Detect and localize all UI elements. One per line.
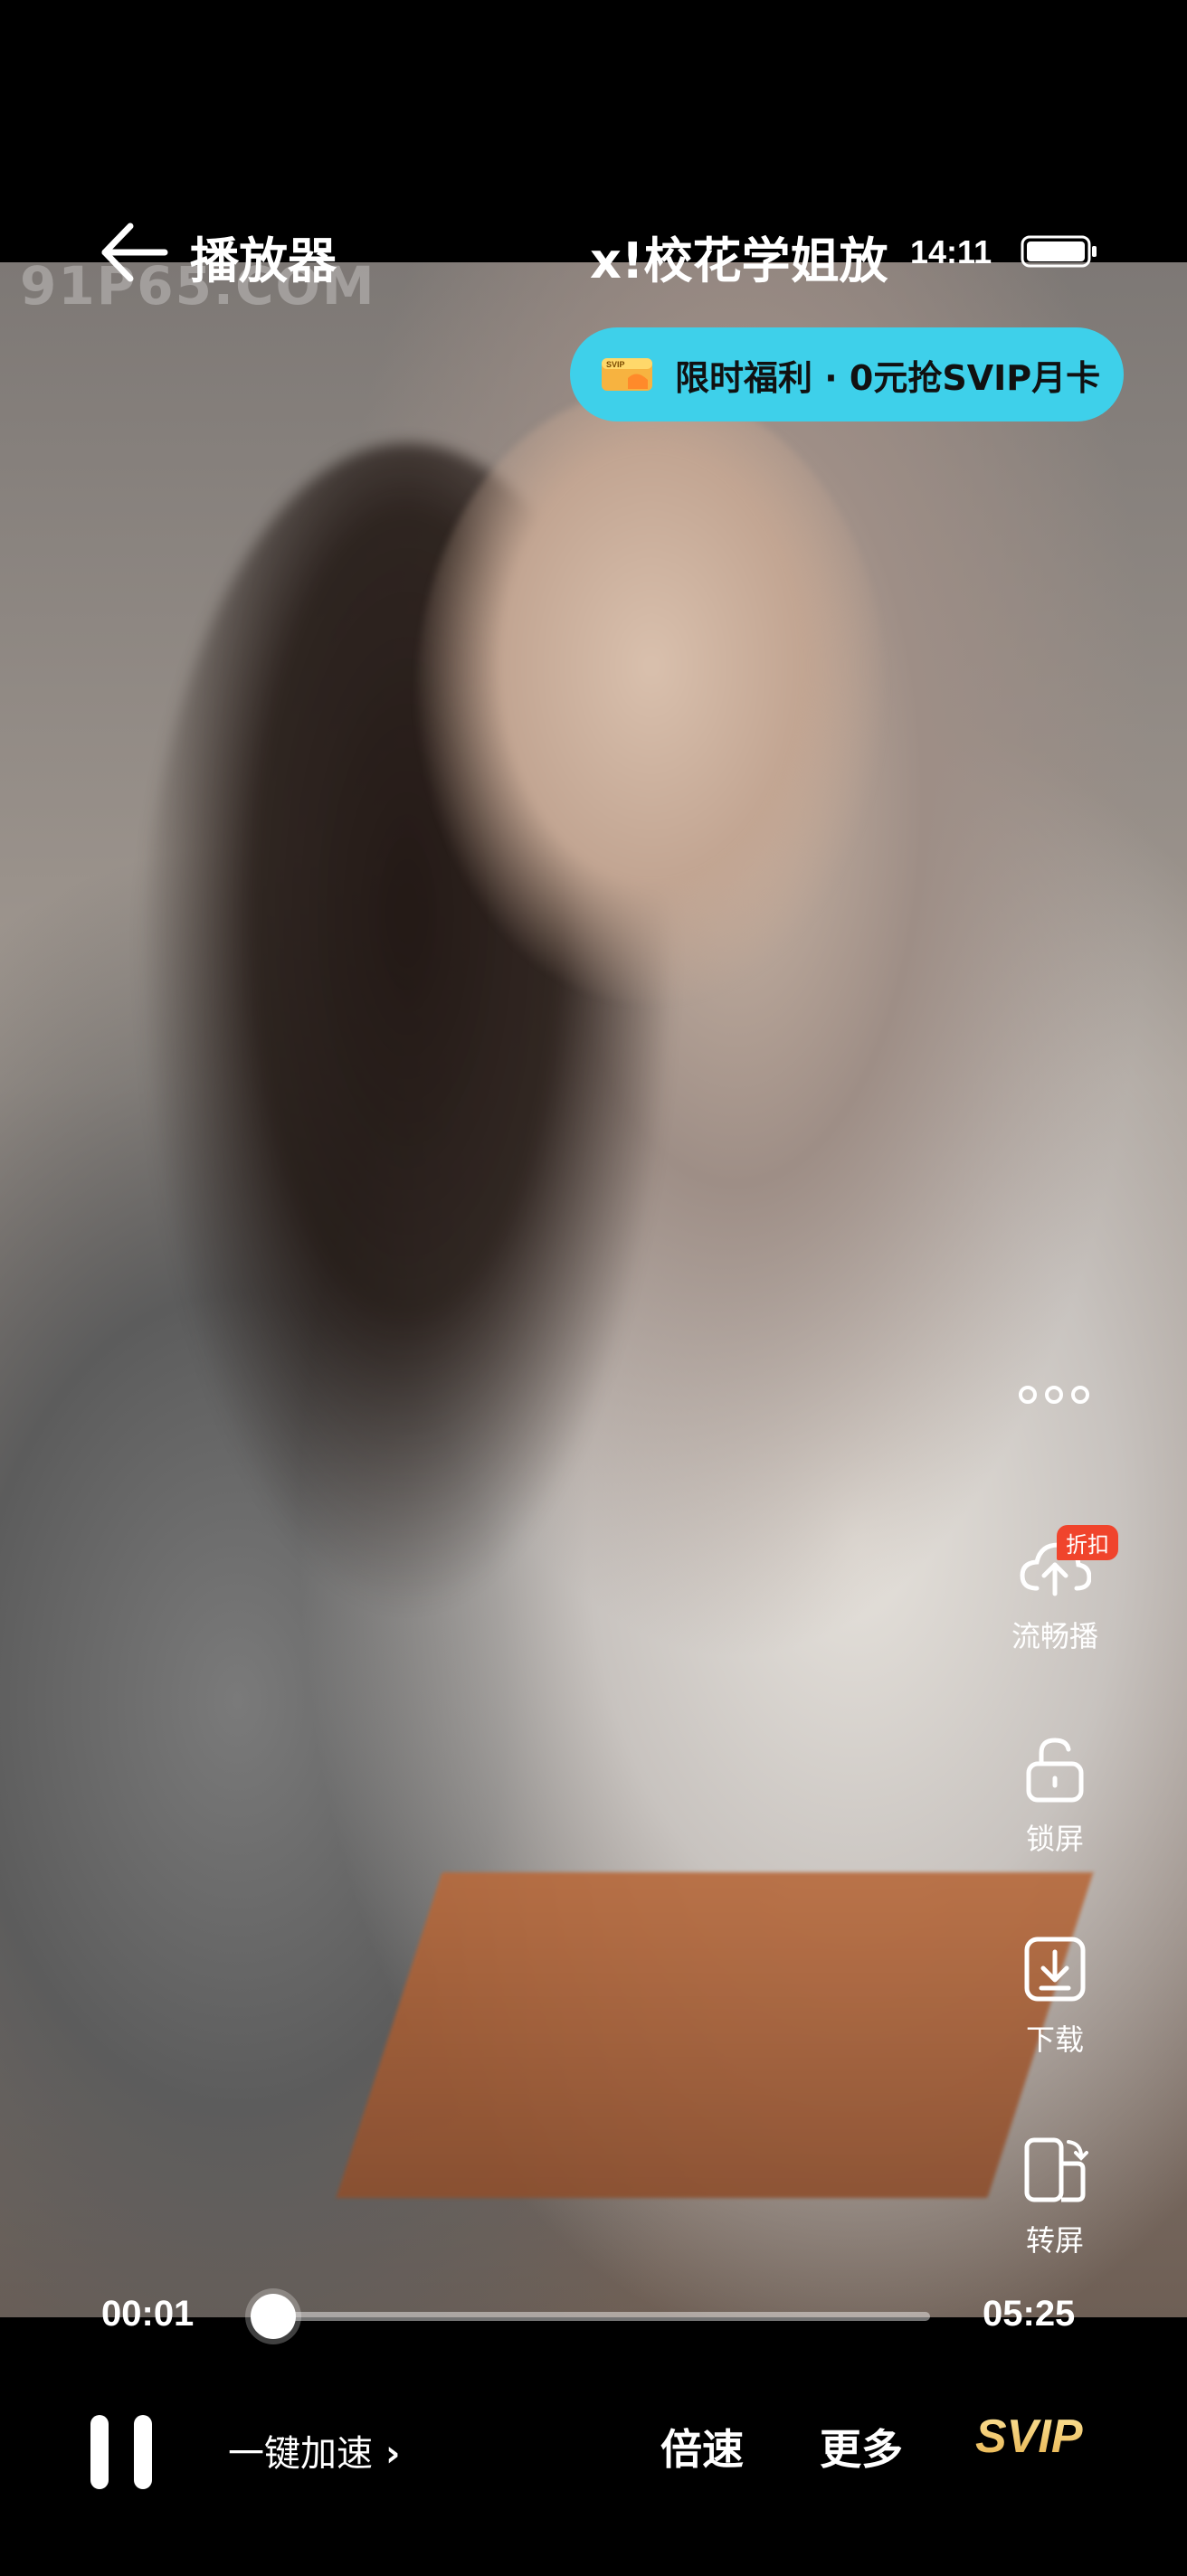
svg-text:SVIP: SVIP (606, 360, 625, 369)
video-title: x!校花学姐放 (590, 232, 888, 289)
video-player-screen: 91P65.COM 播放器 x!校花学姐放 14:11 SVIP 限时福利 · … (0, 0, 1187, 2576)
download-label: 下载 (1025, 2022, 1084, 2057)
total-time: 05:25 (983, 2294, 1076, 2334)
status-time: 14:11 (910, 233, 992, 270)
video-table (336, 1872, 1094, 2198)
rotate-screen-icon (1024, 2137, 1088, 2202)
more-dots-icon[interactable] (1017, 1377, 1091, 1413)
playback-speed-button[interactable]: 倍速 (660, 2417, 744, 2477)
download-button[interactable]: 下载 (983, 1936, 1127, 2059)
rotate-screen-label: 转屏 (1025, 2223, 1084, 2258)
progress-track[interactable] (271, 2312, 930, 2321)
svip-card-icon: SVIP (602, 358, 652, 391)
unlock-icon (1026, 1738, 1084, 1803)
promo-text: 限时福利 · 0元抢SVIP月卡 (675, 357, 1101, 398)
download-icon (1024, 1937, 1086, 2002)
battery-icon (1021, 235, 1097, 268)
lock-screen-button[interactable]: 锁屏 (983, 1735, 1127, 1858)
one-click-boost-button[interactable]: 一键加速 › (228, 2424, 400, 2477)
discount-badge: 折扣 (1057, 1525, 1118, 1560)
chevron-right-icon: › (385, 2433, 401, 2475)
current-time: 00:01 (101, 2294, 195, 2334)
player-title: 播放器 (190, 232, 337, 289)
rotate-screen-button[interactable]: 转屏 (983, 2136, 1127, 2259)
smooth-play-label: 流畅播 (1011, 1619, 1098, 1653)
video-subject-face (416, 389, 887, 1004)
boost-label: 一键加速 (228, 2433, 373, 2475)
progress-thumb[interactable] (251, 2294, 297, 2339)
svip-button[interactable]: SVIP (975, 2410, 1083, 2464)
more-options-button[interactable]: 更多 (820, 2417, 903, 2477)
svip-promo-banner[interactable]: SVIP 限时福利 · 0元抢SVIP月卡 (570, 327, 1124, 421)
pause-icon[interactable] (87, 2411, 156, 2493)
lock-screen-label: 锁屏 (1025, 1822, 1084, 1856)
back-arrow-icon[interactable] (98, 221, 170, 284)
